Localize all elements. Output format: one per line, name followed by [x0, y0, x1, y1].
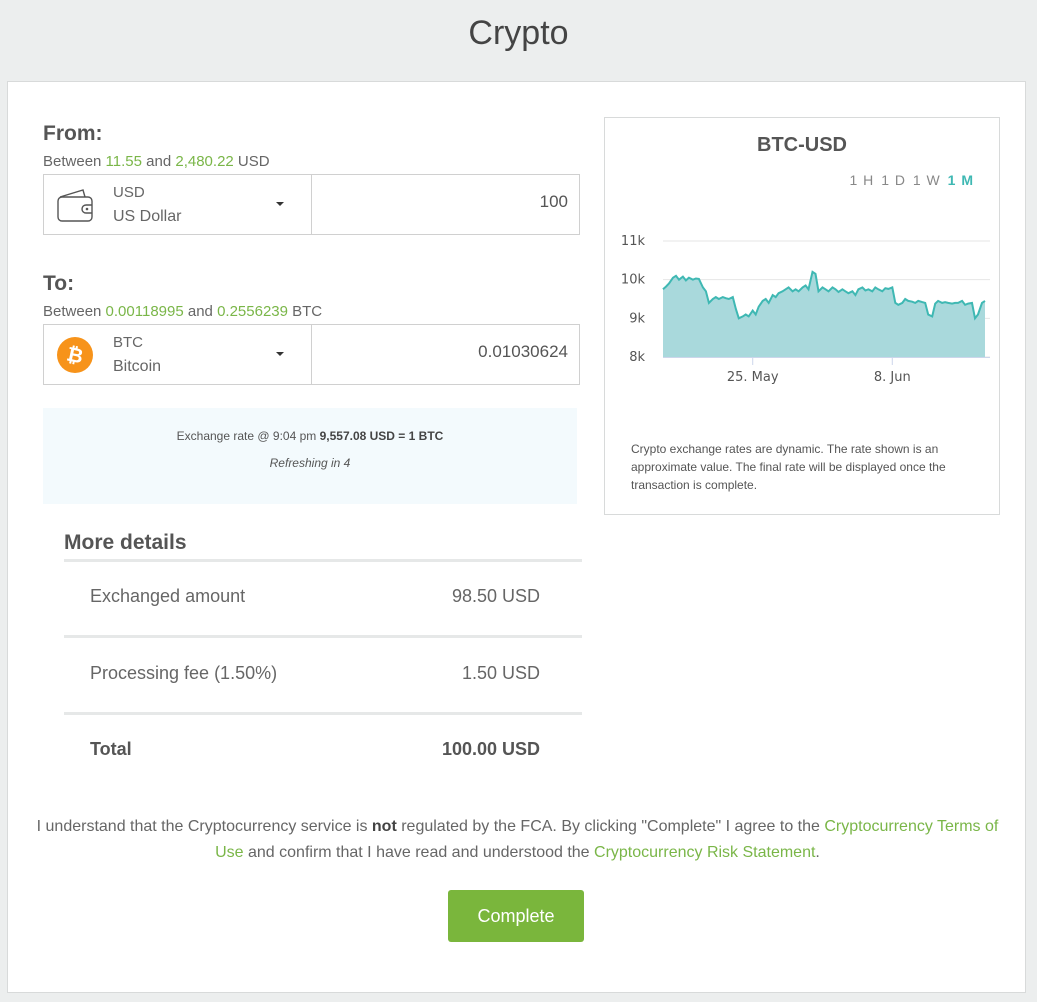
- exchanged-amount-label: Exchanged amount: [90, 586, 246, 606]
- from-min: 11.55: [105, 153, 142, 170]
- from-amount-input[interactable]: [348, 192, 568, 212]
- legal-part-3: and confirm that I have read and underst…: [243, 844, 595, 861]
- to-currency-select[interactable]: ₿ BTC Bitcoin: [44, 325, 312, 384]
- page-title: Crypto: [468, 14, 569, 52]
- chart-disclaimer: Crypto exchange rates are dynamic. The r…: [631, 442, 946, 492]
- x-tick-label: 25. May: [727, 370, 779, 385]
- to-range-prefix: Between: [43, 303, 106, 320]
- crypto-card: From: Between 11.55 and 2,480.22 USD USD…: [7, 81, 1026, 993]
- legal-part-1: I understand that the Cryptocurrency ser…: [36, 818, 372, 835]
- to-range-unit: BTC: [287, 303, 323, 320]
- price-chart: 8k 9k 10k 11k 25. May 8. Jun: [621, 234, 990, 385]
- range-1d[interactable]: 1 D: [881, 172, 906, 188]
- price-area: [663, 271, 985, 357]
- to-currency-code: BTC: [113, 334, 143, 351]
- to-label: To:: [43, 272, 75, 295]
- from-range-and: and: [141, 153, 176, 170]
- more-details-title: More details: [64, 531, 187, 554]
- from-converter: USD US Dollar: [43, 174, 580, 235]
- total-value: 100.00 USD: [441, 739, 540, 759]
- divider: [64, 712, 582, 715]
- from-currency-code: USD: [113, 184, 145, 201]
- from-currency-select[interactable]: USD US Dollar: [44, 175, 312, 234]
- to-amount-input[interactable]: [348, 342, 568, 362]
- to-max: 0.2556239: [217, 303, 288, 320]
- exchange-rate-panel: Exchange rate @ 9:04 pm 9,557.08 USD = 1…: [43, 408, 577, 504]
- from-range-unit: USD: [233, 153, 270, 170]
- from-max: 2,480.22: [175, 153, 234, 170]
- complete-button[interactable]: Complete: [448, 890, 584, 942]
- legal-part-2: regulated by the FCA. By clicking "Compl…: [396, 818, 825, 835]
- to-amount-cell: [312, 325, 579, 384]
- divider: [64, 559, 582, 562]
- processing-fee-value: 1.50 USD: [461, 663, 540, 683]
- from-range: Between 11.55 and 2,480.22 USD: [43, 153, 270, 170]
- to-range-and: and: [183, 303, 218, 320]
- chart-panel: BTC-USD 1 H 1 D 1 W 1 M 8k 9k 10k 11k 25. Ma…: [604, 117, 1000, 515]
- processing-fee-label: Processing fee (1.50%): [90, 663, 278, 683]
- to-currency-name: Bitcoin: [113, 358, 162, 375]
- divider: [64, 635, 582, 638]
- range-1w[interactable]: 1 W: [913, 172, 941, 188]
- x-tick-label: 8. Jun: [874, 370, 911, 385]
- y-tick-label: 9k: [629, 311, 645, 326]
- time-range-selector: 1 H 1 D 1 W 1 M: [848, 172, 975, 188]
- exchange-rate-prefix: Exchange rate @ 9:04 pm: [176, 429, 320, 443]
- bitcoin-icon: ₿: [57, 337, 93, 373]
- legal-part-4: .: [815, 844, 820, 861]
- chart-title: BTC-USD: [757, 134, 847, 156]
- chevron-down-icon[interactable]: [276, 352, 284, 356]
- range-1h[interactable]: 1 H: [850, 172, 875, 188]
- y-tick-label: 8k: [629, 350, 645, 365]
- wallet-icon: [57, 189, 93, 222]
- from-label: From:: [43, 122, 103, 145]
- exchange-rate-value: 9,557.08 USD = 1 BTC: [319, 429, 444, 443]
- to-min: 0.00118995: [105, 303, 184, 320]
- to-range: Between 0.00118995 and 0.2556239 BTC: [43, 303, 322, 320]
- total-label: Total: [90, 739, 132, 759]
- from-currency-name: US Dollar: [113, 208, 182, 225]
- range-1m[interactable]: 1 M: [948, 172, 974, 188]
- to-converter: ₿ BTC Bitcoin: [43, 324, 580, 385]
- y-tick-label: 11k: [621, 234, 646, 249]
- from-amount-cell: [312, 175, 579, 234]
- chevron-down-icon[interactable]: [276, 202, 284, 206]
- refresh-countdown: Refreshing in 4: [269, 456, 351, 470]
- exchanged-amount-value: 98.50 USD: [451, 586, 540, 606]
- exchange-rate-line: Exchange rate @ 9:04 pm 9,557.08 USD = 1…: [43, 429, 577, 443]
- from-range-prefix: Between: [43, 153, 106, 170]
- legal-consent-text: I understand that the Cryptocurrency ser…: [28, 814, 1007, 866]
- risk-statement-link[interactable]: Cryptocurrency Risk Statement: [594, 844, 815, 861]
- legal-not: not: [371, 818, 397, 835]
- y-tick-label: 10k: [621, 273, 646, 288]
